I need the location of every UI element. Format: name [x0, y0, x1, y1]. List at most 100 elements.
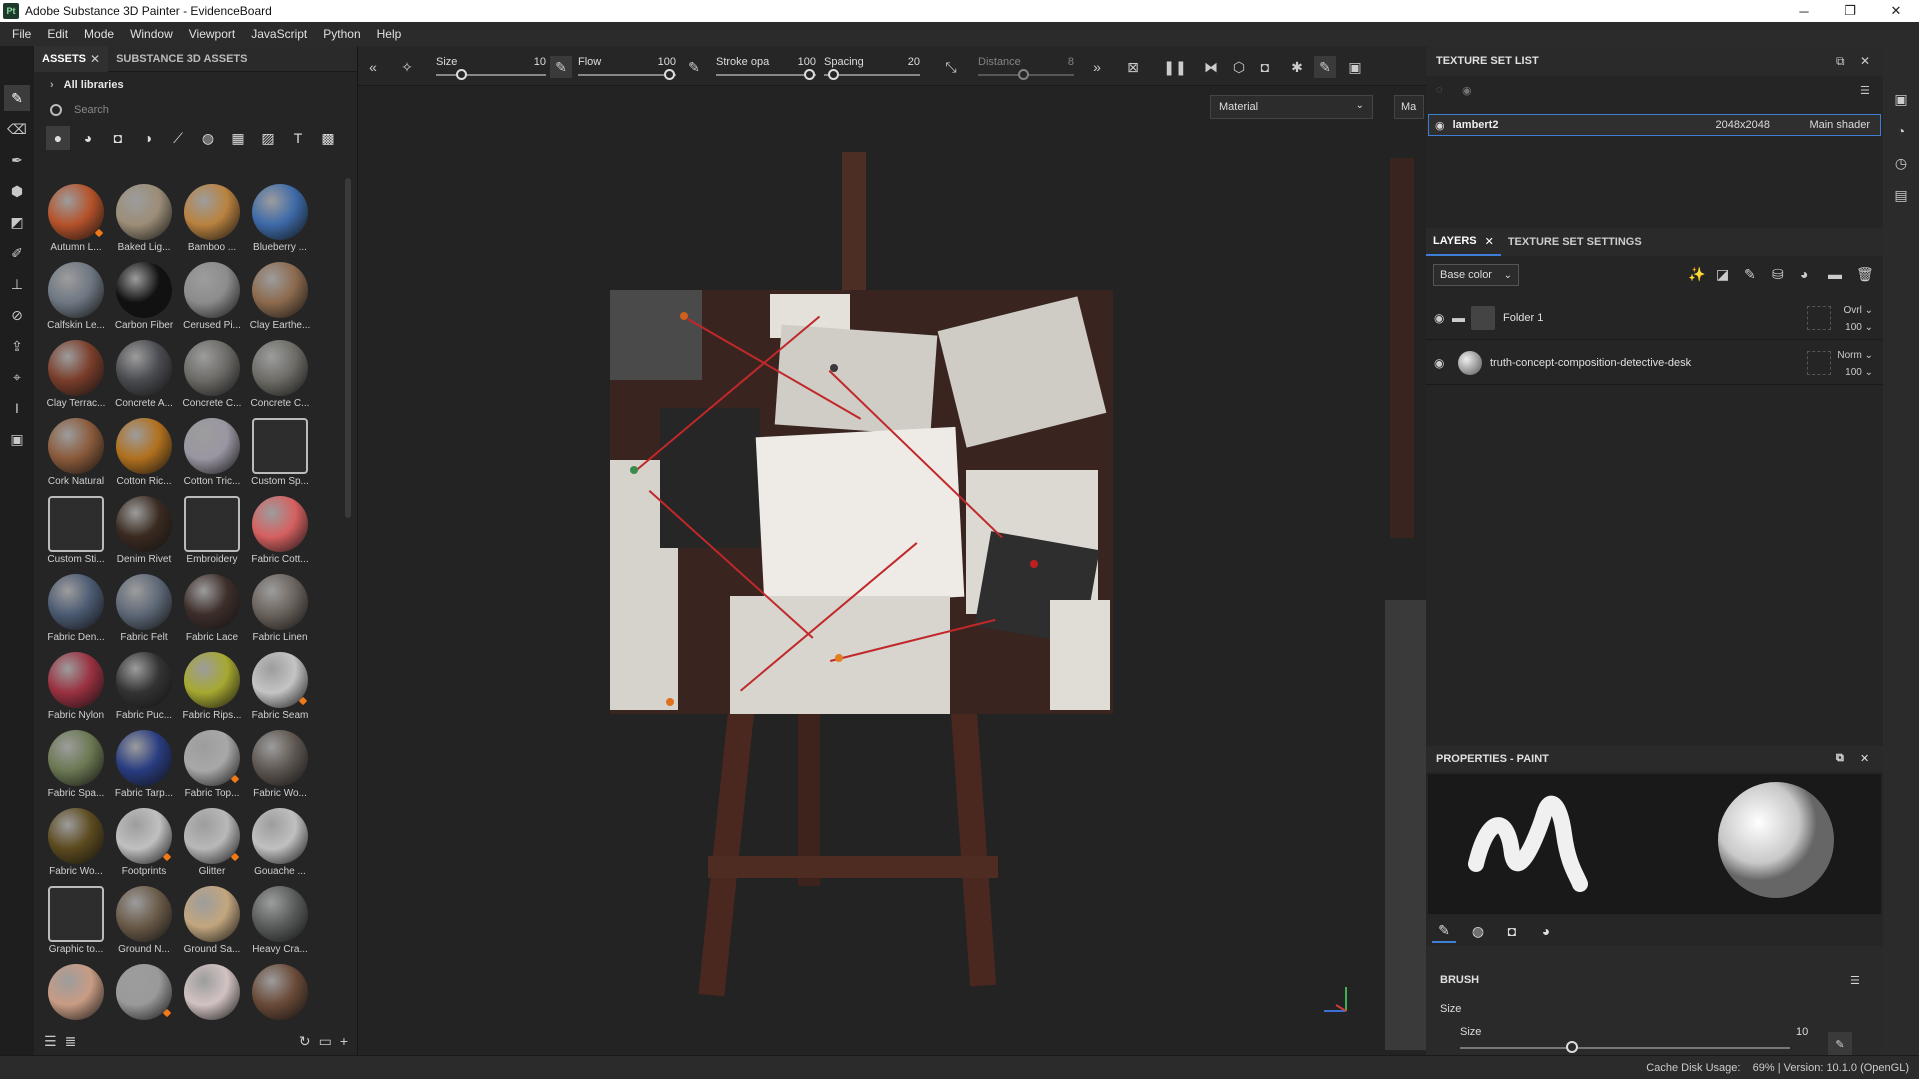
textures-filter-icon[interactable]: ▦ [226, 126, 250, 150]
asset-item[interactable]: Fabric Nylon [42, 650, 110, 728]
expand-right-icon[interactable]: » [1086, 56, 1108, 78]
all-assets-filter-icon[interactable]: ▩ [316, 126, 340, 150]
environments-filter-icon[interactable]: ▨ [256, 126, 280, 150]
tab-substance-3d-assets[interactable]: SUBSTANCE 3D ASSETS [108, 46, 255, 72]
log-icon[interactable]: ▤ [1888, 182, 1914, 208]
asset-item[interactable]: Ground N... [110, 884, 178, 962]
camera-icon[interactable]: ◘ [1254, 56, 1276, 78]
stencil-tab-icon[interactable]: ◕ [1534, 919, 1558, 943]
paint-brush-icon[interactable]: ✎ [4, 85, 30, 111]
library-selector[interactable]: › All libraries [34, 72, 357, 98]
asset-item[interactable]: Heavy Cra... [246, 884, 314, 962]
layer-blend[interactable]: Ovrl ⌄ 100 ⌄ [1843, 302, 1873, 336]
asset-item[interactable]: Cork Natural [42, 416, 110, 494]
text-tool-icon[interactable]: Ι [4, 395, 30, 421]
size-slider[interactable]: Size 10 [436, 52, 546, 82]
menu-viewport[interactable]: Viewport [181, 27, 243, 41]
asset-item[interactable]: Fabric Rips... [178, 650, 246, 728]
texture-set-shader[interactable]: Main shader [1809, 119, 1870, 131]
asset-item[interactable]: Embroidery [178, 494, 246, 572]
asset-item[interactable] [178, 962, 246, 1022]
stroke-opacity-slider[interactable]: Stroke opa 100 [716, 52, 816, 82]
asset-item[interactable]: Carbon Fiber [110, 260, 178, 338]
section-menu-icon[interactable]: ☰ [1850, 974, 1860, 987]
asset-item[interactable]: Denim Rivet [110, 494, 178, 572]
filters-filter-icon[interactable]: ◑ [136, 126, 160, 150]
asset-item[interactable]: Calfskin Le... [42, 260, 110, 338]
close-icon[interactable]: ✕ [90, 52, 100, 66]
menu-window[interactable]: Window [122, 27, 181, 41]
asset-item[interactable]: Ground Sa... [178, 884, 246, 962]
refresh-icon[interactable]: ↻ [299, 1033, 311, 1050]
asset-item[interactable]: Fabric Seam [246, 650, 314, 728]
symmetry-icon[interactable]: ⧓ [1200, 56, 1222, 78]
asset-item[interactable]: Fabric Tarp... [110, 728, 178, 806]
3d-view-icon[interactable]: ⬡ [1228, 56, 1250, 78]
flow-knob[interactable] [664, 69, 675, 80]
layer-blend[interactable]: Norm ⌄ 100 ⌄ [1837, 347, 1873, 381]
eye-icon[interactable]: ◉ [1462, 84, 1472, 97]
spacing-slider[interactable]: Spacing 20 [824, 52, 920, 82]
brush-size-value[interactable]: 10 [1796, 1026, 1808, 1038]
add-paint-layer-icon[interactable]: ✎ [1744, 266, 1756, 283]
flow-slider[interactable]: Flow 100 [578, 52, 676, 82]
asset-item[interactable]: Clay Earthe... [246, 260, 314, 338]
size-knob[interactable] [456, 69, 467, 80]
add-smart-material-icon[interactable]: ◕ [1800, 266, 1808, 282]
channel-dropdown[interactable]: Base color ⌄ [1433, 264, 1519, 286]
export-icon[interactable]: ▣ [4, 426, 30, 452]
filter-list-icon[interactable]: ≣ [65, 1033, 77, 1050]
menu-help[interactable]: Help [369, 27, 410, 41]
brushes-filter-icon[interactable]: ⟋ [166, 126, 190, 150]
stroke-knob[interactable] [804, 69, 815, 80]
eye-icon[interactable]: ◉ [1434, 311, 1452, 325]
asset-item[interactable]: Custom Sp... [246, 416, 314, 494]
spacing-knob[interactable] [828, 69, 839, 80]
search-input[interactable]: Search [34, 98, 357, 122]
clone-stamp-icon[interactable]: ⊥ [4, 271, 30, 297]
fonts-filter-icon[interactable]: T [286, 126, 310, 150]
asset-item[interactable]: Cotton Tric... [178, 416, 246, 494]
screenshot-icon[interactable]: ▣ [1344, 56, 1366, 78]
texture-set-row[interactable]: ◉ lambert2 2048x2048 Main shader [1428, 114, 1881, 136]
stroke-pressure-icon[interactable]: ✎ [683, 56, 705, 78]
asset-item[interactable]: Graphic to... [42, 884, 110, 962]
brush-size-knob[interactable] [1566, 1041, 1578, 1053]
asset-item[interactable] [246, 962, 314, 1022]
alpha-tab-icon[interactable]: ◘ [1500, 919, 1524, 943]
eraser-icon[interactable]: ⌫ [4, 116, 30, 142]
layer-mask-slot[interactable] [1807, 351, 1831, 375]
asset-item[interactable]: Clay Terrac... [42, 338, 110, 416]
asset-item[interactable]: Bamboo ... [178, 182, 246, 260]
float-panel-icon[interactable]: ⧉ [1836, 54, 1845, 69]
distance-slider[interactable]: Distance 8 [978, 52, 1074, 82]
asset-item[interactable]: Fabric Linen [246, 572, 314, 650]
list-view-icon[interactable]: ☰ [44, 1033, 57, 1050]
asset-item[interactable]: Fabric Puc... [110, 650, 178, 728]
brush-tab-icon[interactable]: ✎ [1432, 919, 1456, 943]
polygon-fill-icon[interactable]: ◩ [4, 209, 30, 235]
smart-masks-filter-icon[interactable]: ◘ [106, 126, 130, 150]
add-folder-icon[interactable]: ▬ [1828, 266, 1842, 282]
asset-item[interactable]: Fabric Wo... [42, 806, 110, 884]
distance-knob[interactable] [1018, 69, 1029, 80]
menu-javascript[interactable]: JavaScript [243, 27, 315, 41]
asset-item[interactable]: Cotton Ric... [110, 416, 178, 494]
pen-pressure-icon[interactable]: ✎ [550, 56, 572, 78]
asset-item[interactable]: Gouache ... [246, 806, 314, 884]
display-mode-dropdown[interactable]: Material ⌄ [1210, 95, 1373, 119]
close-icon[interactable]: ✕ [1485, 235, 1494, 248]
menu-python[interactable]: Python [315, 27, 368, 41]
asset-item[interactable]: Custom Sti... [42, 494, 110, 572]
asset-item[interactable]: Concrete C... [178, 338, 246, 416]
shader-settings-icon[interactable]: ◔ [1888, 118, 1914, 144]
color-picker-icon[interactable]: ⊘ [4, 302, 30, 328]
close-icon[interactable]: ✕ [1860, 752, 1869, 765]
menu-edit[interactable]: Edit [39, 27, 76, 41]
asset-item[interactable]: Fabric Den... [42, 572, 110, 650]
menu-mode[interactable]: Mode [76, 27, 122, 41]
asset-item[interactable]: Blueberry ... [246, 182, 314, 260]
menu-file[interactable]: File [4, 27, 39, 41]
asset-item[interactable]: Fabric Spa... [42, 728, 110, 806]
asset-item[interactable]: Fabric Cott... [246, 494, 314, 572]
